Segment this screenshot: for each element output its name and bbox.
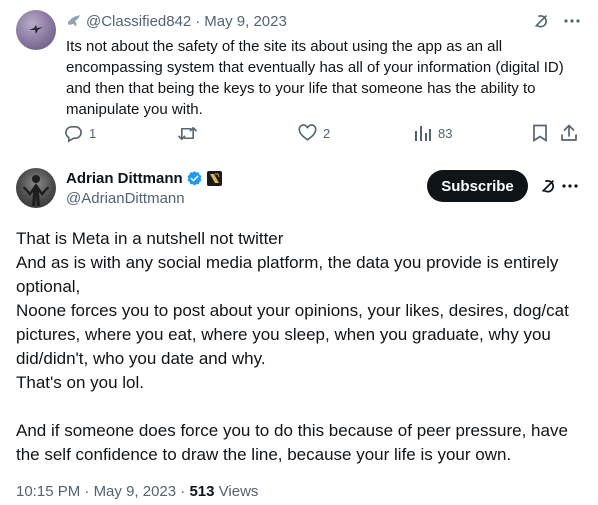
grey-bird-badge-icon	[66, 13, 82, 29]
more-dots-icon[interactable]	[562, 177, 578, 195]
share-icon	[560, 124, 578, 142]
subscribe-button[interactable]: Subscribe	[427, 170, 528, 202]
grok-icon[interactable]	[532, 12, 550, 30]
views-count: 83	[438, 125, 453, 141]
reply-tweet[interactable]: @Classified842 · May 9, 2023 Its not abo…	[0, 0, 598, 160]
views-button[interactable]: 83	[414, 124, 452, 142]
like-button[interactable]: 2	[298, 124, 330, 142]
share-button[interactable]	[560, 124, 578, 142]
avatar-statue-image	[23, 175, 49, 206]
tweet-body: That is Meta in a nutshell not twitter A…	[16, 227, 586, 467]
views-label: Views	[218, 483, 259, 500]
tweet-line: And as is with any social media platform…	[16, 253, 559, 296]
tweet-meta: 10:15 PM · May 9, 2023 · 513 Views	[16, 483, 258, 500]
reply-handle[interactable]: @Classified842	[86, 13, 191, 30]
bookmark-icon	[532, 124, 548, 142]
tweet-time[interactable]: 10:15 PM	[16, 483, 80, 500]
like-count: 2	[323, 125, 331, 141]
heart-icon	[298, 124, 317, 142]
reply-header: @Classified842 · May 9, 2023	[66, 12, 287, 30]
main-tweet: Adrian Dittmann @AdrianDittmann Subscrib…	[0, 160, 598, 505]
reply-button[interactable]: 1	[64, 124, 96, 143]
grok-icon[interactable]	[539, 177, 557, 195]
author-display-name[interactable]: Adrian Dittmann	[66, 170, 183, 187]
views-count: 513	[189, 483, 215, 500]
tweet-date[interactable]: May 9, 2023	[94, 483, 177, 500]
verified-badge-icon[interactable]	[186, 170, 203, 187]
reply-actions: 1 2 83	[62, 124, 582, 146]
reply-text: Its not about the safety of the site its…	[66, 38, 564, 118]
author-handle[interactable]: @AdrianDittmann	[66, 190, 185, 207]
header-separator: ·	[195, 12, 201, 30]
tweet-line: That's on you lol.	[16, 373, 144, 392]
avatar-bird-image	[29, 25, 43, 34]
bar-chart-icon	[414, 124, 432, 142]
tweet-line: And if someone does force you to do this…	[16, 421, 568, 464]
reply-count: 1	[89, 126, 97, 141]
meta-separator: ·	[84, 483, 90, 500]
reply-date[interactable]: May 9, 2023	[204, 13, 287, 30]
reply-avatar[interactable]	[16, 10, 56, 50]
meta-separator: ·	[180, 483, 186, 500]
tweet-line: That is Meta in a nutshell not twitter	[16, 229, 284, 248]
retweet-icon	[177, 124, 198, 143]
affiliate-badge-icon[interactable]	[206, 171, 222, 186]
bookmark-button[interactable]	[532, 124, 548, 142]
retweet-button[interactable]	[177, 124, 204, 143]
author-avatar[interactable]	[16, 168, 56, 208]
comment-icon	[64, 124, 83, 143]
more-dots-icon[interactable]	[564, 19, 580, 23]
tweet-line: Noone forces you to post about your opin…	[16, 301, 569, 368]
